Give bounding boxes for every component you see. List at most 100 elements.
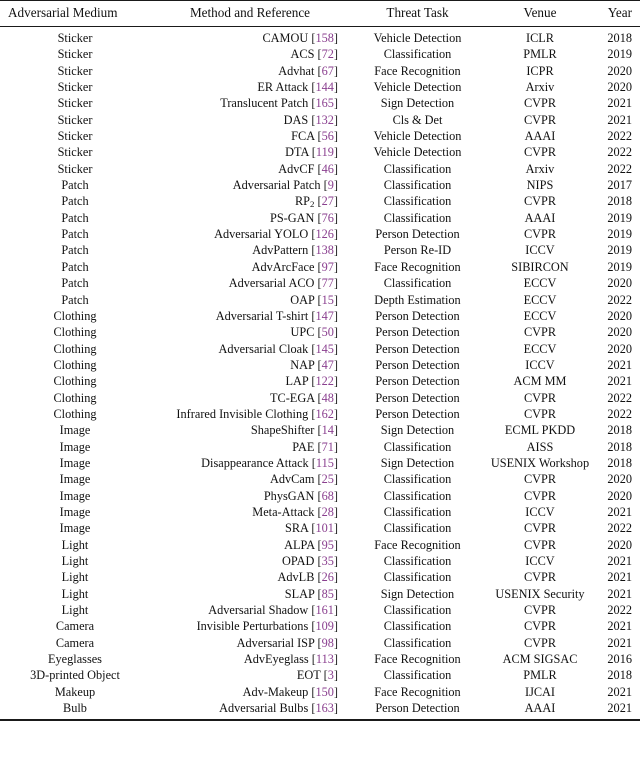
citation-reference[interactable]: [132] — [311, 113, 338, 127]
citation-number[interactable]: 119 — [316, 145, 334, 159]
citation-number[interactable]: 145 — [315, 342, 333, 356]
citation-reference[interactable]: [76] — [317, 211, 338, 225]
citation-reference[interactable]: [3] — [324, 668, 338, 682]
citation-number[interactable]: 138 — [315, 243, 333, 257]
citation-reference[interactable]: [71] — [317, 440, 338, 454]
citation-number[interactable]: 68 — [322, 489, 334, 503]
citation-reference[interactable]: [72] — [317, 47, 338, 61]
citation-reference[interactable]: [15] — [317, 293, 338, 307]
method-name: RP2 — [294, 194, 315, 210]
citation-number[interactable]: 161 — [315, 603, 333, 617]
citation-reference[interactable]: [47] — [317, 358, 338, 372]
citation-reference[interactable]: [144] — [311, 80, 338, 94]
citation-reference[interactable]: [101] — [311, 521, 338, 535]
citation-number[interactable]: 97 — [322, 260, 334, 274]
citation-reference[interactable]: [67] — [317, 64, 338, 78]
citation-number[interactable]: 144 — [315, 80, 333, 94]
citation-number[interactable]: 27 — [322, 194, 334, 208]
table-row: Sticker ER Attack [144] Vehicle Detection A… — [0, 79, 640, 95]
citation-reference[interactable]: [50] — [317, 325, 338, 339]
citation-reference[interactable]: [145] — [311, 342, 338, 356]
citation-reference[interactable]: [115] — [312, 456, 338, 470]
citation-number[interactable]: 158 — [315, 31, 333, 45]
cell-adversarial-medium: Clothing — [53, 406, 97, 421]
citation-reference[interactable]: [109] — [311, 619, 338, 633]
table-row: Image Disappearance Attack [115] Sign Dete… — [0, 455, 640, 471]
citation-reference[interactable]: [122] — [311, 374, 338, 388]
cell-method-and-reference: FCA [56] — [150, 128, 350, 144]
citation-number[interactable]: 163 — [315, 701, 333, 715]
citation-reference[interactable]: [48] — [317, 391, 338, 405]
citation-reference[interactable]: [158] — [311, 31, 338, 45]
citation-reference[interactable]: [27] — [317, 194, 338, 208]
citation-reference[interactable]: [161] — [311, 603, 338, 617]
citation-reference[interactable]: [9] — [324, 178, 338, 192]
table-row: Patch AdvArcFace [97] Face Recognition SIBI… — [0, 259, 640, 275]
method-name: Invisible Perturbations — [196, 619, 309, 634]
cell-year: 2022 — [607, 161, 632, 176]
citation-bracket-close: ] — [333, 243, 338, 258]
citation-reference[interactable]: [25] — [317, 472, 338, 486]
citation-number[interactable]: 162 — [315, 407, 333, 421]
citation-reference[interactable]: [26] — [317, 570, 338, 584]
citation-reference[interactable]: [95] — [317, 538, 338, 552]
method-name: AdvCF — [278, 161, 315, 176]
citation-number[interactable]: 72 — [322, 47, 334, 61]
citation-number[interactable]: 147 — [315, 309, 333, 323]
citation-number[interactable]: 47 — [322, 358, 334, 372]
citation-number[interactable]: 15 — [322, 293, 334, 307]
citation-number[interactable]: 98 — [322, 636, 334, 650]
citation-reference[interactable]: [46] — [317, 162, 338, 176]
citation-number[interactable]: 95 — [322, 538, 334, 552]
citation-reference[interactable]: [163] — [311, 701, 338, 715]
citation-reference[interactable]: [56] — [317, 129, 338, 143]
cell-method-and-reference: Infrared Invisible Clothing [162] — [150, 406, 350, 422]
citation-number[interactable]: 76 — [322, 211, 334, 225]
citation-number[interactable]: 71 — [322, 440, 334, 454]
citation-number[interactable]: 56 — [322, 129, 334, 143]
citation-number[interactable]: 48 — [322, 391, 334, 405]
cell-adversarial-medium: Image — [59, 504, 91, 519]
citation-reference[interactable]: [35] — [317, 554, 338, 568]
citation-number[interactable]: 122 — [315, 374, 333, 388]
citation-number[interactable]: 113 — [316, 652, 334, 666]
citation-reference[interactable]: [68] — [317, 489, 338, 503]
citation-reference[interactable]: [14] — [317, 423, 338, 437]
citation-reference[interactable]: [150] — [311, 685, 338, 699]
method-name: SLAP — [284, 586, 315, 601]
cell-threat-task: Person Detection — [350, 700, 485, 722]
citation-number[interactable]: 132 — [315, 113, 333, 127]
citation-number[interactable]: 50 — [322, 325, 334, 339]
citation-reference[interactable]: [77] — [317, 276, 338, 290]
citation-number[interactable]: 77 — [322, 276, 334, 290]
cell-threat-task: Classification — [383, 472, 452, 487]
citation-number[interactable]: 109 — [315, 619, 333, 633]
method-name: TC-EGA — [270, 390, 315, 405]
citation-reference[interactable]: [28] — [317, 505, 338, 519]
citation-reference[interactable]: [126] — [311, 227, 338, 241]
citation-number[interactable]: 150 — [315, 685, 333, 699]
citation-reference[interactable]: [98] — [317, 636, 338, 650]
citation-number[interactable]: 101 — [315, 521, 333, 535]
citation-number[interactable]: 67 — [322, 64, 334, 78]
citation-number[interactable]: 14 — [322, 423, 334, 437]
citation-reference[interactable]: [138] — [311, 243, 338, 257]
citation-reference[interactable]: [162] — [311, 407, 338, 421]
citation-number[interactable]: 115 — [316, 456, 334, 470]
citation-number[interactable]: 28 — [322, 505, 334, 519]
citation-reference[interactable]: [85] — [317, 587, 338, 601]
cell-venue: ECCV — [523, 276, 557, 291]
citation-reference[interactable]: [113] — [312, 652, 338, 666]
table-row: Clothing NAP [47] Person Detection ICCV 2021 — [0, 357, 640, 373]
citation-reference[interactable]: [147] — [311, 309, 338, 323]
citation-number[interactable]: 35 — [322, 554, 334, 568]
citation-reference[interactable]: [97] — [317, 260, 338, 274]
citation-reference[interactable]: [165] — [311, 96, 338, 110]
citation-number[interactable]: 165 — [315, 96, 333, 110]
citation-number[interactable]: 46 — [322, 162, 334, 176]
citation-number[interactable]: 85 — [322, 587, 334, 601]
citation-number[interactable]: 126 — [315, 227, 333, 241]
citation-number[interactable]: 25 — [322, 472, 334, 486]
citation-reference[interactable]: [119] — [312, 145, 338, 159]
citation-number[interactable]: 26 — [322, 570, 334, 584]
